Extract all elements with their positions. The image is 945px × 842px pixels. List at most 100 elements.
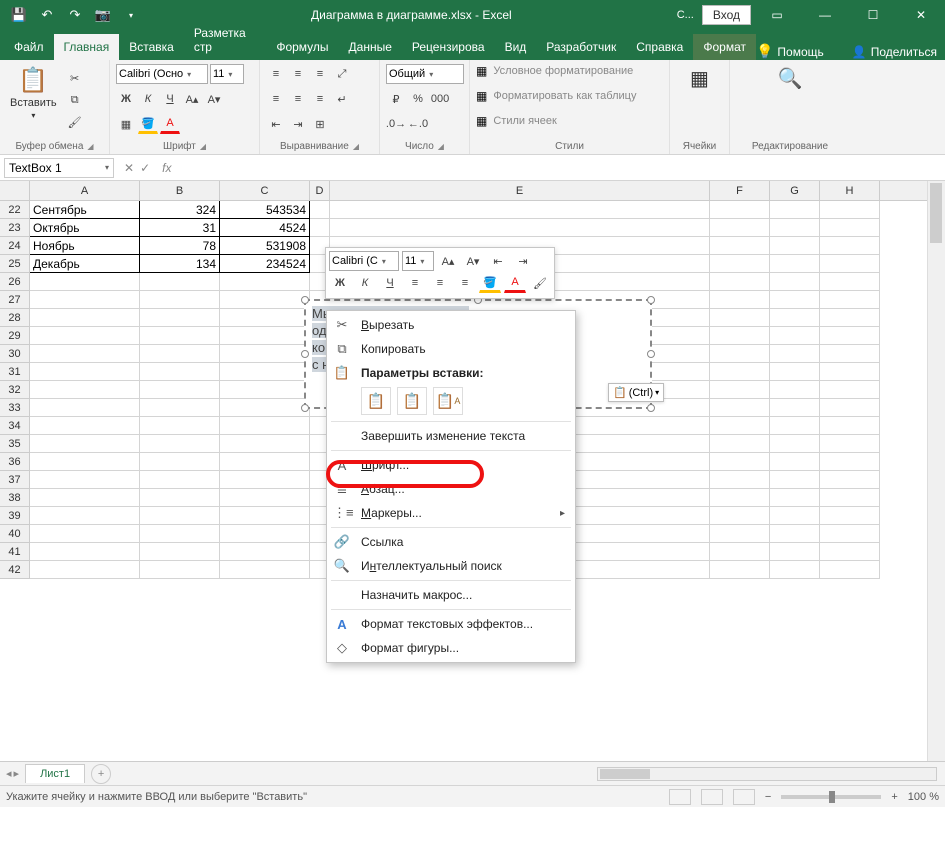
cell[interactable]: [310, 201, 330, 219]
cell[interactable]: [820, 561, 880, 579]
cell[interactable]: [710, 399, 770, 417]
cell[interactable]: [140, 453, 220, 471]
cell[interactable]: [710, 543, 770, 561]
cell[interactable]: [30, 435, 140, 453]
column-header-B[interactable]: B: [140, 181, 220, 200]
row-header[interactable]: 24: [0, 237, 30, 255]
cell[interactable]: [770, 561, 820, 579]
cell[interactable]: [820, 543, 880, 561]
worksheet-grid[interactable]: ABCDEFGH 22Сентябрь32454353423Октябрь314…: [0, 181, 945, 761]
cell[interactable]: [30, 471, 140, 489]
decrease-decimal-icon[interactable]: ←.0: [408, 114, 428, 134]
border-button[interactable]: ▦: [116, 114, 136, 134]
ctx-bullets[interactable]: ⋮≡Маркеры...▸: [327, 501, 575, 525]
cell[interactable]: [140, 309, 220, 327]
cell[interactable]: [330, 219, 710, 237]
cell[interactable]: [770, 201, 820, 219]
decrease-indent-icon[interactable]: ⇤: [266, 114, 286, 134]
cell[interactable]: [820, 435, 880, 453]
cell[interactable]: 234524: [220, 255, 310, 273]
undo-icon[interactable]: ↶: [36, 4, 58, 26]
currency-icon[interactable]: ₽: [386, 89, 406, 109]
cell[interactable]: [140, 381, 220, 399]
cell[interactable]: [140, 399, 220, 417]
grow-font-icon[interactable]: A▴: [182, 89, 202, 109]
row-header[interactable]: 35: [0, 435, 30, 453]
tab-format[interactable]: Формат: [693, 34, 756, 60]
row-header[interactable]: 22: [0, 201, 30, 219]
mini-shrink-font-icon[interactable]: A▾: [462, 251, 484, 271]
cell[interactable]: [820, 291, 880, 309]
row-header[interactable]: 25: [0, 255, 30, 273]
tab-developer[interactable]: Разработчик: [536, 34, 626, 60]
mini-font-color-icon[interactable]: A: [504, 273, 526, 293]
align-left-icon[interactable]: ≡: [266, 89, 286, 109]
redo-icon[interactable]: ↷: [64, 4, 86, 26]
cell[interactable]: [30, 453, 140, 471]
cell[interactable]: [140, 507, 220, 525]
font-color-button[interactable]: A: [160, 114, 180, 134]
format-as-table-button[interactable]: Форматировать как таблицу: [493, 90, 636, 102]
cell[interactable]: [140, 417, 220, 435]
cell[interactable]: [710, 327, 770, 345]
ctx-font[interactable]: AШрифт...: [327, 453, 575, 477]
cell[interactable]: [820, 525, 880, 543]
resize-handle-w[interactable]: [301, 350, 309, 358]
cell[interactable]: [220, 435, 310, 453]
cell[interactable]: [30, 273, 140, 291]
cell[interactable]: [820, 381, 880, 399]
cell[interactable]: [710, 273, 770, 291]
row-header[interactable]: 30: [0, 345, 30, 363]
tab-page-layout[interactable]: Разметка стр: [184, 20, 267, 60]
ctx-paragraph[interactable]: ≣Абзац...: [327, 477, 575, 501]
cell[interactable]: Октябрь: [30, 219, 140, 237]
bold-button[interactable]: Ж: [116, 89, 136, 109]
cell[interactable]: [770, 327, 820, 345]
cell[interactable]: [30, 309, 140, 327]
cell[interactable]: 31: [140, 219, 220, 237]
mini-align-left-icon[interactable]: ≡: [404, 273, 426, 293]
cell[interactable]: [140, 543, 220, 561]
cell[interactable]: [140, 471, 220, 489]
cell[interactable]: [770, 219, 820, 237]
ctx-copy[interactable]: ⧉Копировать: [327, 337, 575, 361]
zoom-out-button[interactable]: −: [765, 791, 771, 803]
zoom-level[interactable]: 100 %: [908, 791, 939, 803]
row-header[interactable]: 40: [0, 525, 30, 543]
mini-decrease-indent-icon[interactable]: ⇤: [487, 251, 509, 271]
cell[interactable]: [710, 255, 770, 273]
ctx-cut[interactable]: ✂Вырезать: [327, 313, 575, 337]
cell[interactable]: [140, 291, 220, 309]
mini-format-painter-icon[interactable]: 🖌: [529, 273, 551, 293]
cell[interactable]: [30, 489, 140, 507]
row-header[interactable]: 36: [0, 453, 30, 471]
column-header-G[interactable]: G: [770, 181, 820, 200]
number-launcher-icon[interactable]: ◢: [438, 142, 444, 151]
cell[interactable]: [770, 435, 820, 453]
cell[interactable]: [220, 489, 310, 507]
cell[interactable]: [140, 525, 220, 543]
cell[interactable]: [140, 273, 220, 291]
cell[interactable]: [820, 345, 880, 363]
cell[interactable]: [140, 435, 220, 453]
cell[interactable]: [220, 345, 310, 363]
cell[interactable]: [770, 255, 820, 273]
align-center-icon[interactable]: ≡: [288, 89, 308, 109]
shrink-font-icon[interactable]: A▾: [204, 89, 224, 109]
minimize-button[interactable]: —: [803, 0, 847, 30]
cell[interactable]: [820, 255, 880, 273]
row-header[interactable]: 28: [0, 309, 30, 327]
tab-insert[interactable]: Вставка: [119, 34, 184, 60]
sheet-tab-1[interactable]: Лист1: [25, 764, 85, 783]
mini-align-center-icon[interactable]: ≡: [429, 273, 451, 293]
close-button[interactable]: ✕: [899, 0, 943, 30]
ctx-text-effects-format[interactable]: AФормат текстовых эффектов...: [327, 612, 575, 636]
cell[interactable]: [330, 201, 710, 219]
font-name-combo[interactable]: Calibri (Осно▾: [116, 64, 208, 84]
cell[interactable]: [220, 273, 310, 291]
zoom-slider[interactable]: [781, 795, 881, 799]
row-header[interactable]: 31: [0, 363, 30, 381]
row-header[interactable]: 41: [0, 543, 30, 561]
mini-italic-button[interactable]: К: [354, 273, 376, 293]
zoom-in-button[interactable]: +: [891, 791, 897, 803]
